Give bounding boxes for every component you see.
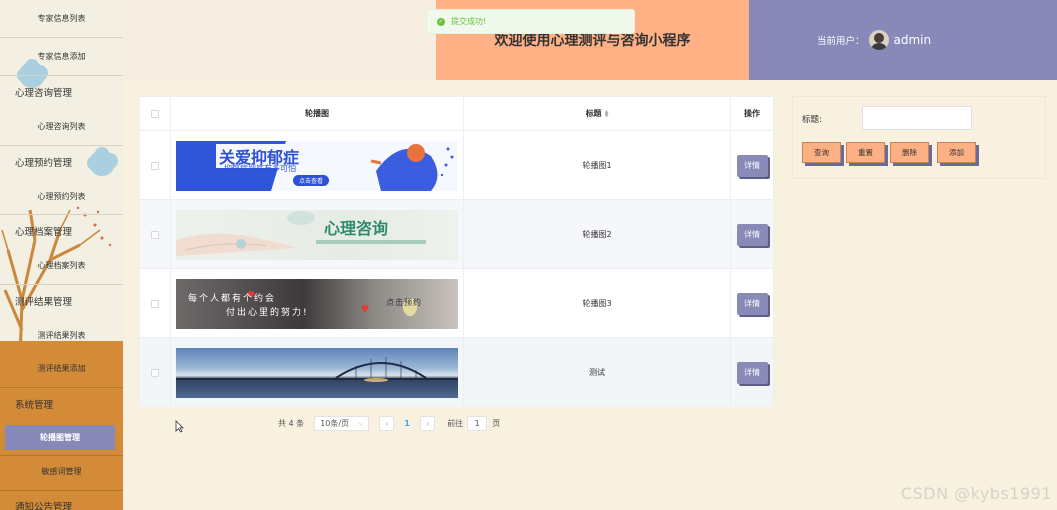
table-row: 测试 详情 (140, 338, 773, 407)
column-label: 操作 (744, 109, 760, 118)
chevron-down-icon: ⌵ (358, 419, 364, 427)
sidebar-item-appointment-list[interactable]: 心理预约列表 (0, 178, 123, 215)
row-checkbox[interactable] (151, 368, 159, 377)
detail-button[interactable]: 详情 (736, 154, 768, 177)
page-size-select[interactable]: 10条/页 ⌵ (314, 416, 370, 431)
mouse-cursor-icon (175, 420, 184, 433)
detail-button[interactable]: 详情 (736, 361, 768, 384)
banner-image: 每个人都有个约会 付出心里的努力! 点击预约 (176, 278, 458, 329)
header-left-panel (123, 0, 436, 80)
sort-icon[interactable]: ▲ ▼ (605, 109, 609, 118)
row-checkbox[interactable] (151, 299, 159, 308)
check-circle-icon: ✓ (437, 17, 445, 26)
sidebar-group-appointment[interactable]: 心理预约管理 (0, 146, 123, 178)
sidebar-group-result[interactable]: 测评结果管理 (0, 285, 123, 317)
toast-message: 提交成功! (451, 17, 487, 26)
row-title: 轮播图2 (582, 230, 612, 239)
banner-headline: 心理咨询 (324, 218, 389, 238)
banner-table: 轮播图 标题 ▲ ▼ 操作 关爱抑郁症 抑郁症到底有多可怕 点击查看 轮播图1 详… (139, 96, 774, 407)
query-button[interactable]: 查询 (802, 142, 841, 163)
table-row: 心理咨询 轮播图2 详情 (140, 200, 773, 269)
sidebar-item-expert-add[interactable]: 专家信息添加 (0, 38, 123, 76)
title-search-input[interactable] (862, 106, 972, 130)
banner-image (176, 347, 458, 398)
banner-subline: 抑郁症到底有多可怕 (224, 163, 296, 173)
goto-label: 前往 (447, 419, 464, 428)
column-header-banner: 轮播图 (171, 97, 464, 131)
column-label: 轮播图 (305, 109, 329, 118)
page-suffix: 页 (492, 419, 501, 428)
add-button[interactable]: 添加 (937, 142, 976, 163)
banner-headline: 每个人都有个约会 (188, 293, 277, 304)
detail-button[interactable]: 详情 (736, 223, 768, 246)
bridge-art-icon (176, 356, 458, 382)
row-checkbox[interactable] (151, 161, 159, 170)
user-panel: 当前用户： admin (749, 0, 1057, 80)
sidebar-group-notice[interactable]: 通知公告管理 (0, 492, 123, 510)
avatar[interactable] (868, 30, 889, 50)
sidebar-group-consult[interactable]: 心理咨询管理 (0, 76, 123, 108)
success-toast: ✓ 提交成功! (426, 9, 635, 34)
detail-button[interactable]: 详情 (736, 292, 768, 315)
banner-cta: 点击查看 (293, 174, 330, 186)
reset-button[interactable]: 重置 (846, 142, 885, 163)
banner-image: 关爱抑郁症 抑郁症到底有多可怕 点击查看 (176, 140, 458, 191)
prev-page-button[interactable]: ‹ (379, 416, 395, 431)
watermark: CSDN @kybs1991 (900, 484, 1052, 503)
search-panel: 标题: 查询 重置 删除 添加 (792, 96, 1046, 179)
row-title: 测试 (589, 368, 605, 377)
username[interactable]: admin (894, 33, 932, 47)
row-title: 轮播图1 (582, 161, 612, 170)
next-page-button[interactable]: › (420, 416, 436, 431)
goto-page-input[interactable]: 1 (467, 416, 488, 431)
sidebar-item-archive-list[interactable]: 心理档案列表 (0, 247, 123, 285)
delete-button[interactable]: 删除 (890, 142, 929, 163)
banner-subline: 付出心里的努力! (226, 307, 309, 318)
pagination: 共 4 条 10条/页 ⌵ ‹ 1 › 前往 1 页 (278, 416, 500, 431)
total-count: 共 4 条 (278, 419, 305, 428)
sidebar-item-consult-list[interactable]: 心理咨询列表 (0, 108, 123, 146)
sidebar-item-expert-list[interactable]: 专家信息列表 (0, 0, 123, 38)
sidebar-item-sensitive-words[interactable]: 敏感词管理 (0, 457, 123, 485)
select-all-checkbox[interactable] (151, 109, 159, 118)
banner-art-icon (176, 210, 426, 256)
title-search-label: 标题: (802, 115, 822, 125)
column-label: 标题 (585, 109, 602, 118)
table-row: 每个人都有个约会 付出心里的努力! 点击预约 轮播图3 详情 (140, 269, 773, 338)
banner-image: 心理咨询 (176, 209, 458, 260)
sidebar: 专家信息列表 专家信息添加 心理咨询管理 心理咨询列表 心理预约管理 心理预约列… (0, 0, 123, 510)
sidebar-item-result-add[interactable]: 测评结果添加 (0, 353, 123, 383)
select-all-header[interactable] (140, 97, 171, 131)
row-checkbox[interactable] (151, 230, 159, 239)
current-user-label: 当前用户： (817, 36, 865, 47)
current-page[interactable]: 1 (394, 416, 420, 431)
sidebar-item-banner-manage[interactable]: 轮播图管理 (5, 425, 115, 450)
banner-tag: 点击预约 (386, 297, 422, 307)
row-title: 轮播图3 (582, 299, 612, 308)
page-size-value: 10条/页 (320, 419, 350, 428)
sidebar-item-result-list[interactable]: 测评结果列表 (0, 317, 123, 353)
column-header-title[interactable]: 标题 ▲ ▼ (464, 97, 731, 131)
sidebar-group-archive[interactable]: 心理档案管理 (0, 215, 123, 247)
sidebar-group-system[interactable]: 系统管理 (0, 388, 123, 420)
table-row: 关爱抑郁症 抑郁症到底有多可怕 点击查看 轮播图1 详情 (140, 131, 773, 200)
column-header-action: 操作 (731, 97, 773, 131)
